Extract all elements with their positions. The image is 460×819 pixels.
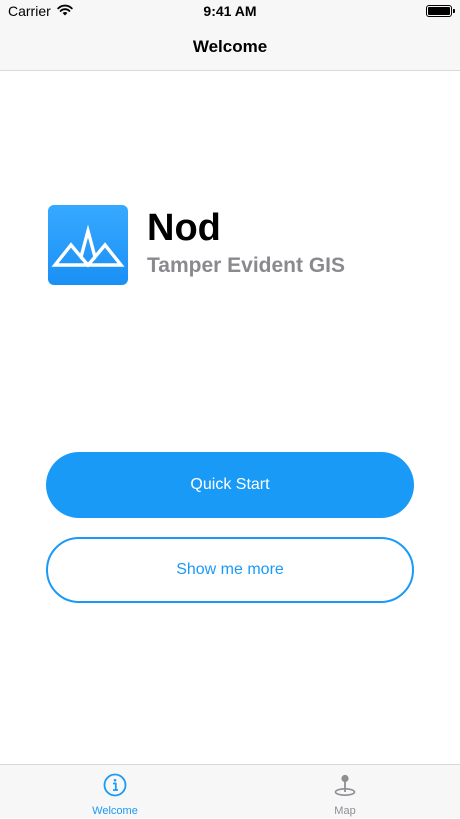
map-pin-icon bbox=[333, 773, 357, 802]
tab-welcome-label: Welcome bbox=[92, 805, 138, 817]
app-tagline: Tamper Evident GIS bbox=[147, 254, 345, 277]
status-bar: Carrier 9:41 AM bbox=[0, 0, 460, 24]
nod-logo-icon bbox=[48, 205, 128, 285]
quick-start-button[interactable]: Quick Start bbox=[46, 452, 414, 518]
show-more-button[interactable]: Show me more bbox=[46, 537, 414, 603]
status-time: 9:41 AM bbox=[203, 3, 257, 19]
info-icon bbox=[103, 773, 127, 802]
app-name: Nod bbox=[147, 207, 221, 249]
tab-welcome[interactable]: Welcome bbox=[0, 765, 230, 819]
tab-bar: Welcome Map bbox=[0, 764, 460, 818]
navigation-bar: Welcome bbox=[0, 24, 460, 71]
brand-text: Nod Tamper Evident GIS bbox=[147, 207, 345, 278]
page-title: Welcome bbox=[192, 37, 268, 56]
tab-map[interactable]: Map bbox=[230, 765, 460, 819]
brand-header: Nod Tamper Evident GIS bbox=[48, 205, 345, 285]
tab-map-label: Map bbox=[334, 805, 356, 817]
battery-icon bbox=[426, 5, 455, 17]
